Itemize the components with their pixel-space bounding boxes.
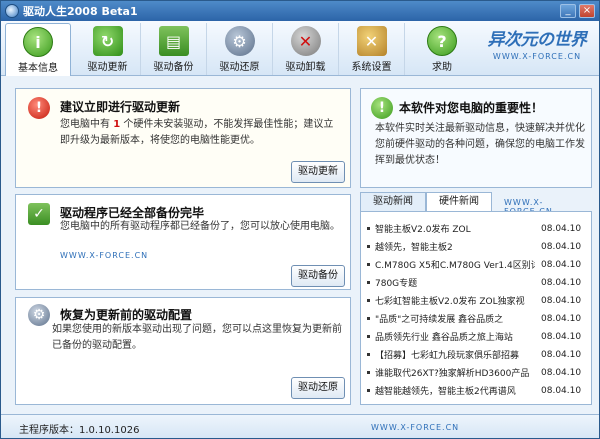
backup-watermark: WWW.X-FORCE.CN [60,251,149,260]
tab-label: 驱动还原 [219,62,260,73]
news-date: 08.04.10 [541,241,582,252]
driver-update-button[interactable]: 驱动更新 [291,161,345,183]
news-tabs: 驱动新闻 硬件新闻 WWW.X-FORCE.CN [360,192,592,216]
news-date: 08.04.10 [541,259,582,270]
news-item[interactable]: C.M780G X5和C.M780G Ver1.4区别详 08.04.10 [367,256,589,273]
news-title: 谁能取代26XT?独家解析HD3600产品 [375,369,530,379]
tab-driver-update[interactable]: ↻ 驱动更新 [75,23,141,75]
help-icon: ? [427,26,457,56]
main-window: 驱动人生2008 Beta1 _ × i 基本信息 ↻ 驱动更新 ▤ 驱动备份 … [0,0,600,439]
tab-driver-backup[interactable]: ▤ 驱动备份 [141,23,207,75]
news-item[interactable]: 越领先，智能主板2 08.04.10 [367,238,589,255]
news-date: 08.04.10 [541,349,582,360]
importance-card-title: 本软件对您电脑的重要性！ [399,101,544,115]
news-date: 08.04.10 [541,331,582,342]
main-toolbar: i 基本信息 ↻ 驱动更新 ▤ 驱动备份 ⚙ 驱动还原 ✕ 驱动卸载 ✕ 系统设… [1,21,599,76]
news-title: "品质"之可持续发展 鑫谷品质之 [375,315,504,325]
title-bar[interactable]: 驱动人生2008 Beta1 _ × [1,1,599,21]
news-title: 七彩虹智能主板V2.0发布 ZOL独家视 [375,297,525,307]
update-card-title: 建议立即进行驱动更新 [60,100,181,114]
news-item[interactable]: 【招募】七彩虹九段玩家俱乐部招募 08.04.10 [367,346,589,363]
news-item[interactable]: 智能主板V2.0发布 ZOL 08.04.10 [367,220,589,237]
tab-label: 基本信息 [18,63,58,74]
news-title: C.M780G X5和C.M780G Ver1.4区别详 [375,261,535,271]
news-title: 越领先，智能主板2 [375,243,453,253]
news-title: 品质领先行业 鑫谷品质之旅上海站 [375,333,513,343]
warning-icon: ! [28,97,50,119]
news-item[interactable]: 谁能取代26XT?独家解析HD3600产品 08.04.10 [367,364,589,381]
news-item[interactable]: 越智能越领先，智能主板2代再谱风 08.04.10 [367,382,589,399]
restore-card: ⚙ 恢复为更新前的驱动配置 如果您使用的新版本驱动出现了问题，您可以点这里恢复为… [15,297,351,405]
close-button[interactable]: × [579,4,595,18]
news-date: 08.04.10 [541,223,582,234]
news-item[interactable]: 七彩虹智能主板V2.0发布 ZOL独家视 08.04.10 [367,292,589,309]
restore-card-text: 如果您使用的新版本驱动出现了问题，您可以点这里恢复为更新前已备份的驱动配置。 [52,324,342,351]
tab-help[interactable]: ? 求助 [409,23,475,75]
tab-hardware-news[interactable]: 硬件新闻 [426,192,492,212]
tab-label: 驱动备份 [153,62,194,73]
news-list: 智能主板V2.0发布 ZOL 08.04.10 越领先，智能主板2 08.04.10… [360,211,592,405]
restore-icon: ⚙ [224,26,255,56]
tab-label: 驱动更新 [87,62,128,73]
news-date: 08.04.10 [541,367,582,378]
window-title: 驱动人生2008 Beta1 [23,5,138,18]
backup-icon: ▤ [158,26,189,56]
importance-icon: ! [371,97,393,119]
tab-basic-info[interactable]: i 基本信息 [5,23,71,76]
news-date: 08.04.10 [541,295,582,306]
news-date: 08.04.10 [541,277,582,288]
backup-card-text: 您电脑中的所有驱动程序都已经备份了，您可以放心使用电脑。 [60,221,340,232]
tab-label: 驱动卸载 [285,62,326,73]
tab-system-settings[interactable]: ✕ 系统设置 [339,23,405,75]
app-icon [5,4,19,18]
logo-text: 异次元の世界 [487,30,588,50]
news-date: 08.04.10 [541,385,582,396]
news-title: 智能主板V2.0发布 ZOL [375,225,471,235]
status-watermark: WWW.X-FORCE.CN [371,423,460,432]
backup-card: ✓ 驱动程序已经全部备份完毕 您电脑中的所有驱动程序都已经备份了，您可以放心使用… [15,194,351,290]
status-bar: 主程序版本：1.0.10.1026 WWW.X-FORCE.CN [1,414,599,438]
tab-driver-news[interactable]: 驱动新闻 [360,192,426,212]
importance-card-text: 本软件实时关注最新驱动信息，快速解决并优化您前硬件驱动的各种问题，确保您的电脑工… [375,123,585,166]
brand-logo: 异次元の世界 WWW.X-FORCE.CN [479,25,595,73]
news-item[interactable]: 品质领先行业 鑫谷品质之旅上海站 08.04.10 [367,328,589,345]
news-title: 780G专题 [375,279,418,289]
tab-driver-restore[interactable]: ⚙ 驱动还原 [207,23,273,75]
window-controls: _ × [560,4,595,18]
update-card: ! 建议立即进行驱动更新 您电脑中有 1 个硬件未安装驱动，不能发挥最佳性能；建… [15,88,351,188]
update-text-prefix: 您电脑中有 [60,119,110,130]
backup-status-icon: ✓ [28,203,50,225]
tab-label: 系统设置 [351,62,392,73]
news-item[interactable]: "品质"之可持续发展 鑫谷品质之 08.04.10 [367,310,589,327]
uninstall-icon: ✕ [290,26,321,56]
driver-restore-button[interactable]: 驱动还原 [291,377,345,399]
tab-driver-uninstall[interactable]: ✕ 驱动卸载 [273,23,339,75]
news-title: 越智能越领先，智能主板2代再谱风 [375,387,516,397]
restore-status-icon: ⚙ [28,304,50,326]
missing-driver-count: 1 [113,119,121,130]
minimize-button[interactable]: _ [560,4,576,18]
tab-label: 求助 [432,62,452,73]
info-icon: i [23,27,53,57]
importance-card: ! 本软件对您电脑的重要性！ 本软件实时关注最新驱动信息，快速解决并优化您前硬件… [360,88,592,188]
news-date: 08.04.10 [541,313,582,324]
news-title: 【招募】七彩虹九段玩家俱乐部招募 [375,351,520,361]
update-card-text: 您电脑中有 1 个硬件未安装驱动，不能发挥最佳性能；建议立即升级为最新版本，将使… [60,117,340,149]
program-version: 主程序版本：1.0.10.1026 [19,425,140,436]
restore-card-title: 恢复为更新前的驱动配置 [60,308,193,322]
settings-icon: ✕ [356,26,387,56]
logo-url: WWW.X-FORCE.CN [492,52,582,61]
news-item[interactable]: 780G专题 08.04.10 [367,274,589,291]
refresh-icon: ↻ [92,26,123,56]
driver-backup-button[interactable]: 驱动备份 [291,265,345,287]
